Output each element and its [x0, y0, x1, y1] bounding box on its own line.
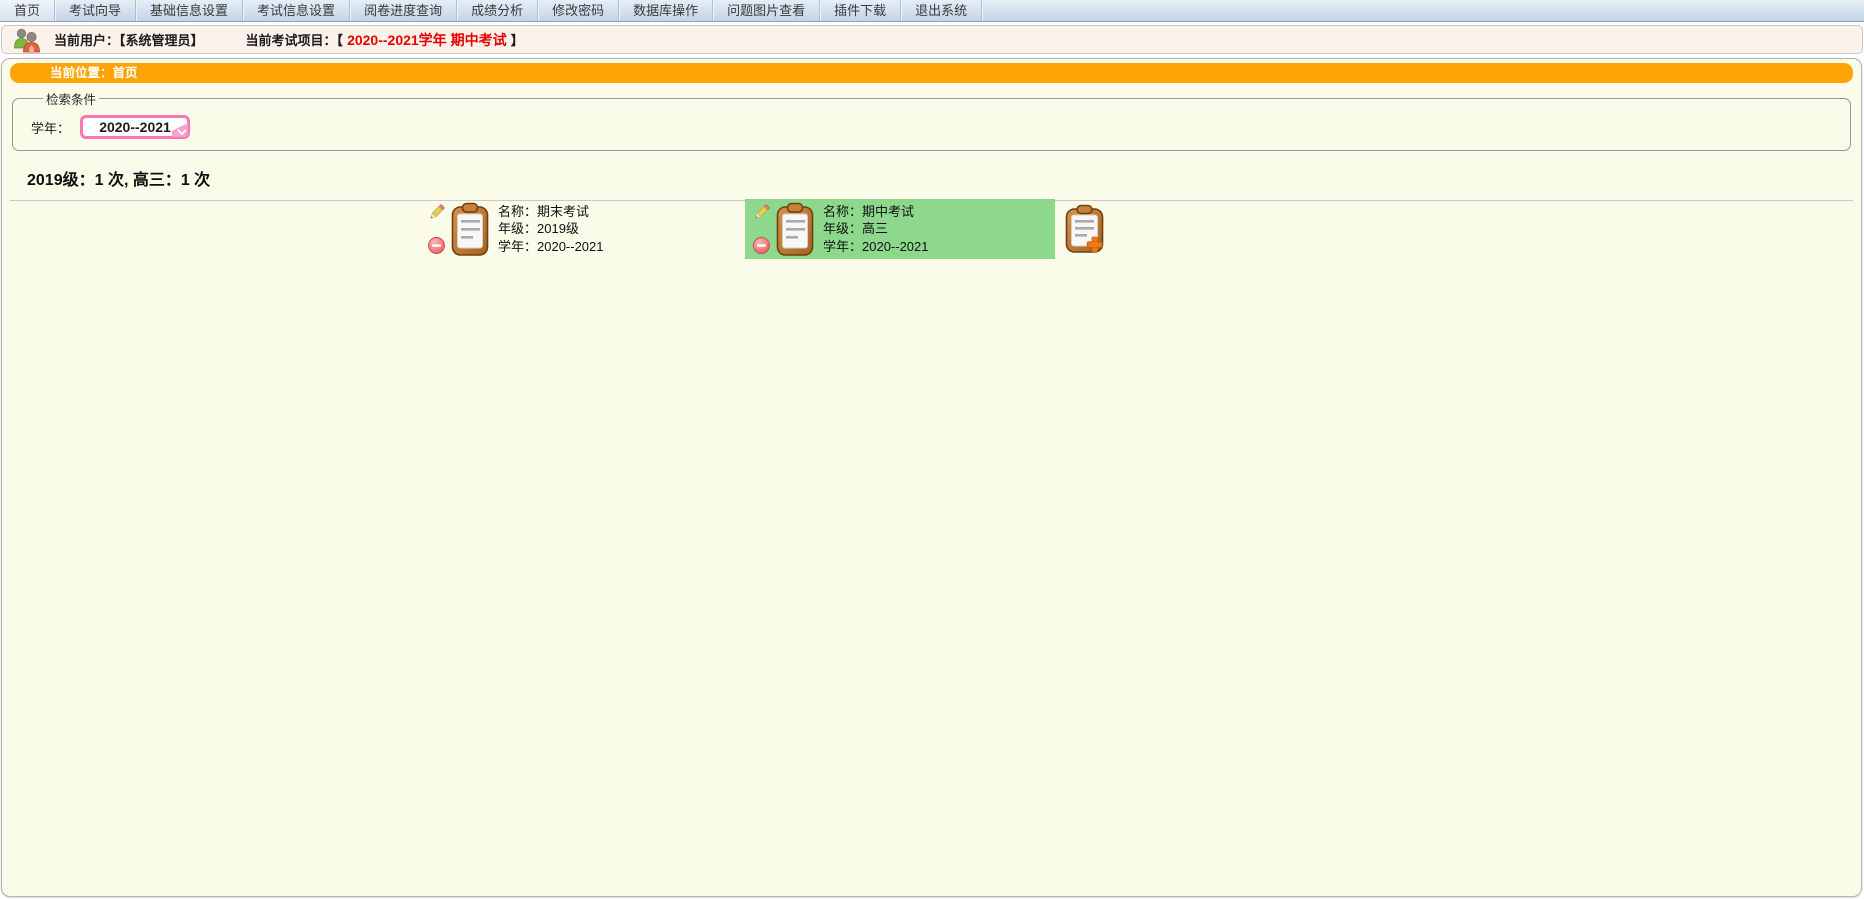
school-year-select[interactable]: 2020--2021 [80, 115, 190, 139]
current-exam-project: 当前考试项目：【2020--2021学年 期中考试】 [246, 30, 524, 50]
user-status-bar: 当前用户：【系统管理员】 当前考试项目：【2020--2021学年 期中考试】 [1, 25, 1863, 54]
exam-card-text: 名称：期末考试 年级：2019级 学年：2020--2021 [498, 203, 604, 256]
current-project-value: 2020--2021学年 期中考试 [343, 32, 511, 48]
clipboard-add-icon[interactable] [1065, 204, 1106, 254]
current-user-label: 当前用户： [54, 33, 119, 48]
exam-cards-row: 名称：期末考试 年级：2019级 学年：2020--2021 [420, 199, 1106, 259]
school-year-value: 2020--2021 [99, 119, 171, 135]
menu-item-basic-info-settings[interactable]: 基础信息设置 [136, 0, 243, 21]
exam-card[interactable]: 名称：期末考试 年级：2019级 学年：2020--2021 [420, 199, 730, 259]
top-menu-bar: 首页 考试向导 基础信息设置 考试信息设置 阅卷进度查询 成绩分析 修改密码 数… [0, 0, 1864, 22]
exam-name: 名称：期末考试 [498, 203, 604, 221]
current-user-value: 【系统管理员】 [119, 33, 204, 48]
year-label: 学年： [31, 118, 70, 137]
year-filter-row: 学年： 2020--2021 [25, 115, 1838, 139]
menu-item-score-analysis[interactable]: 成绩分析 [457, 0, 538, 21]
menu-item-exam-info-settings[interactable]: 考试信息设置 [243, 0, 350, 21]
breadcrumb-location-bar: 当前位置：首页 [10, 63, 1853, 83]
clipboard-icon [451, 202, 489, 257]
current-project-label: 当前考试项目： [246, 33, 337, 48]
edit-pencil-icon[interactable] [427, 203, 446, 222]
exam-year: 学年：2020--2021 [498, 238, 604, 256]
exam-year: 学年：2020--2021 [823, 238, 929, 256]
menu-item-exam-wizard[interactable]: 考试向导 [55, 0, 136, 21]
bracket-close: 】 [511, 33, 524, 48]
menu-item-home[interactable]: 首页 [0, 0, 55, 21]
menu-item-database-operations[interactable]: 数据库操作 [619, 0, 713, 21]
exam-card-selected[interactable]: 名称：期中考试 年级：高三 学年：2020--2021 [745, 199, 1055, 259]
exam-grade: 年级：2019级 [498, 220, 604, 238]
search-conditions-legend: 检索条件 [43, 89, 99, 108]
edit-pencil-icon[interactable] [752, 203, 771, 222]
menu-item-plugin-download[interactable]: 插件下载 [820, 0, 901, 21]
menu-item-marking-progress[interactable]: 阅卷进度查询 [350, 0, 457, 21]
search-conditions-fieldset: 检索条件 学年： 2020--2021 [12, 89, 1851, 151]
exam-count-summary: 2019级：1 次, 高三：1 次 [27, 166, 1861, 190]
main-content: 当前位置：首页 检索条件 学年： 2020--2021 2019级：1 次, 高… [1, 58, 1862, 897]
menu-item-problem-image-view[interactable]: 问题图片查看 [713, 0, 820, 21]
exam-card-actions [427, 203, 446, 255]
exam-card-text: 名称：期中考试 年级：高三 学年：2020--2021 [823, 203, 929, 256]
delete-minus-icon[interactable] [427, 236, 446, 255]
exam-name: 名称：期中考试 [823, 203, 929, 221]
exam-grade: 年级：高三 [823, 220, 929, 238]
exam-card-actions [752, 203, 771, 255]
menu-item-change-password[interactable]: 修改密码 [538, 0, 619, 21]
delete-minus-icon[interactable] [752, 236, 771, 255]
current-user: 当前用户：【系统管理员】 [54, 30, 204, 49]
menu-item-logout[interactable]: 退出系统 [901, 0, 982, 21]
chevron-down-icon [172, 123, 188, 137]
clipboard-icon [776, 202, 814, 257]
users-group-icon [12, 27, 42, 53]
